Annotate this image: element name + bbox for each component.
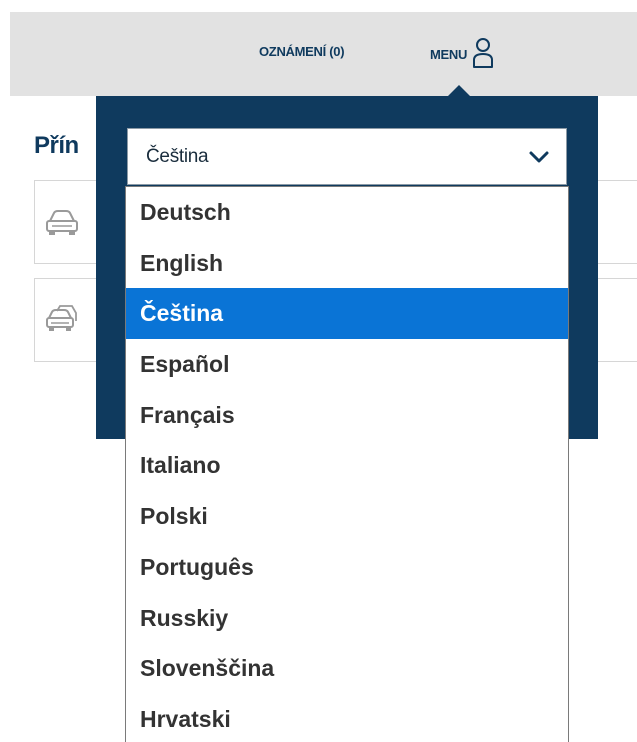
- language-options-list: Deutsch English Čeština Español Français…: [125, 186, 569, 742]
- cars-icon: [46, 305, 77, 331]
- language-option[interactable]: Polski: [126, 491, 568, 542]
- language-select[interactable]: Čeština: [127, 128, 567, 185]
- user-icon: [473, 38, 494, 68]
- language-option[interactable]: Español: [126, 339, 568, 390]
- language-option[interactable]: Deutsch: [126, 187, 568, 238]
- language-option-selected[interactable]: Čeština: [126, 288, 568, 340]
- language-option[interactable]: Hrvatski: [126, 694, 568, 742]
- menu-button[interactable]: MENU: [430, 36, 495, 72]
- language-option[interactable]: Russkiy: [126, 593, 568, 644]
- language-option[interactable]: Français: [126, 390, 568, 441]
- notifications-link[interactable]: OZNÁMENÍ (0): [259, 44, 345, 59]
- language-option[interactable]: Slovenščina: [126, 643, 568, 694]
- car-icon: [46, 210, 78, 235]
- page-title: Přín: [34, 132, 79, 159]
- language-option[interactable]: English: [126, 238, 568, 289]
- language-option[interactable]: Português: [126, 542, 568, 593]
- page: OZNÁMENÍ (0) MENU Přín Čeština Deutsch E…: [0, 0, 637, 742]
- language-option[interactable]: Italiano: [126, 440, 568, 491]
- chevron-down-icon: [529, 151, 549, 163]
- menu-label: MENU: [430, 46, 468, 62]
- language-select-value: Čeština: [146, 146, 209, 167]
